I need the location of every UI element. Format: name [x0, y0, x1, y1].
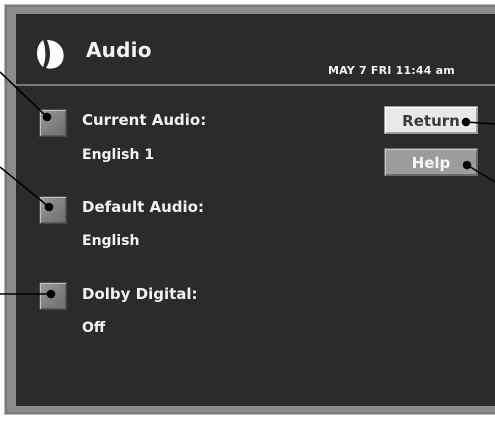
- callout-line-default-audio: [0, 166, 50, 208]
- callout-dot-default-audio: [44, 202, 54, 212]
- callout-lines: [0, 71, 495, 299]
- callout-dot-dolby-digital: [46, 289, 56, 299]
- callout-line-help: [466, 164, 495, 183]
- callout-line-current-audio: [0, 71, 48, 118]
- callout-dot-help: [462, 160, 472, 170]
- callout-dot-return: [461, 117, 471, 127]
- callout-line-return: [465, 121, 495, 125]
- callout-dot-current-audio: [42, 112, 52, 122]
